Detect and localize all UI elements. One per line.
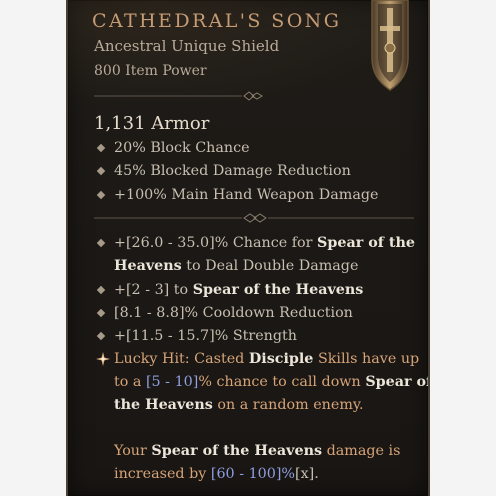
shield-item-icon xyxy=(371,0,409,91)
item-tooltip: CATHEDRAL'S SONG Ancestral Unique Shield… xyxy=(66,0,430,496)
item-power: 800 Item Power xyxy=(94,63,207,79)
divider-middle xyxy=(94,213,414,223)
affix-spear-ranks: +[2 - 3] to Spear of the Heavens xyxy=(96,279,363,302)
item-name: CATHEDRAL'S SONG xyxy=(92,10,342,32)
item-type: Ancestral Unique Shield xyxy=(94,37,280,55)
lucky-hit-star-icon xyxy=(96,352,110,366)
implicit-stat: +100% Main Hand Weapon Damage xyxy=(96,184,379,207)
affix-double-damage: +[26.0 - 35.0]% Chance for Spear of the … xyxy=(96,232,415,278)
implicit-stat: 45% Blocked Damage Reduction xyxy=(96,160,351,183)
affix-strength: +[11.5 - 15.7]% Strength xyxy=(96,325,297,348)
implicit-stat: 20% Block Chance xyxy=(96,137,250,160)
affix-cooldown: [8.1 - 8.8]% Cooldown Reduction xyxy=(96,302,353,325)
divider-top xyxy=(94,91,263,101)
unique-power-description: Your Spear of the Heavens damage is incr… xyxy=(114,443,401,482)
affix-lucky-hit: Lucky Hit: Casted Disciple Skills have u… xyxy=(96,348,428,417)
armor-value: 1,131 Armor xyxy=(94,113,210,134)
